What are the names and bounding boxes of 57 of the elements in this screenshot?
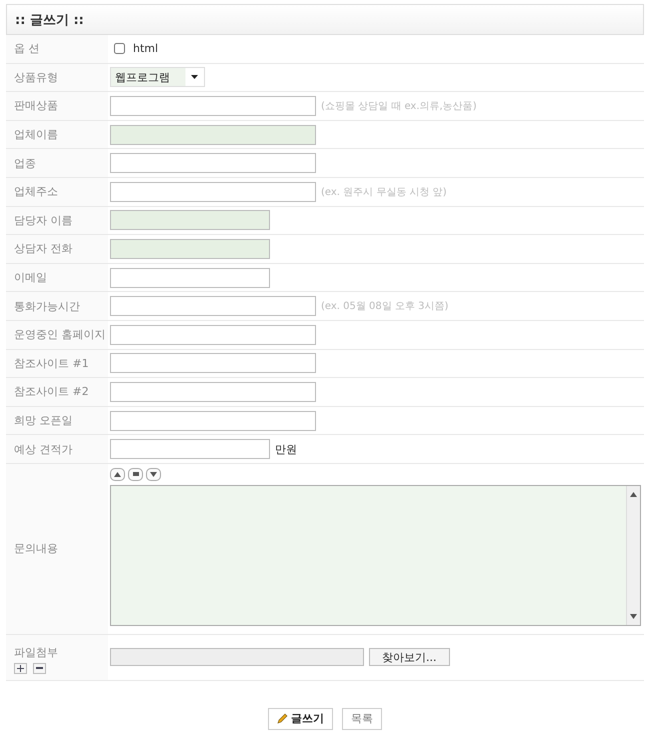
write-button[interactable]: 글쓰기: [268, 708, 333, 730]
input-field[interactable]: [110, 124, 316, 145]
field-label: 옵 션: [14, 41, 40, 56]
input-field[interactable]: [110, 153, 316, 174]
html-checkbox[interactable]: [114, 43, 125, 54]
hint-text: (ex. 05월 08일 오후 3시쯤): [321, 300, 448, 314]
bar-icon: [132, 472, 138, 476]
input-field[interactable]: [110, 96, 316, 116]
input-field[interactable]: [110, 238, 270, 259]
down-arrow-button[interactable]: [146, 468, 161, 481]
field-label: 업체이름: [14, 127, 59, 142]
hint-text: (쇼핑몰 상담일 때 ex.의류,농산품): [321, 100, 477, 113]
file-path-field[interactable]: [110, 648, 364, 666]
remove-file-button[interactable]: [33, 662, 46, 674]
field-label: 상품유형: [14, 70, 59, 85]
field-label: 참조사이트 #1: [14, 356, 90, 371]
scrollbar[interactable]: [626, 486, 640, 625]
field-label: 이메일: [14, 270, 48, 286]
input-field[interactable]: [110, 382, 316, 402]
pencil-icon: [277, 713, 288, 724]
up-triangle-icon: [114, 472, 121, 477]
up-arrow-button[interactable]: [110, 468, 125, 481]
field-label: 업종: [14, 156, 37, 171]
unit-text: 만원: [275, 442, 297, 457]
field-label: 파일첨부: [14, 644, 59, 660]
field-label: 통화가능시간: [14, 298, 81, 314]
input-field[interactable]: [110, 324, 316, 345]
down-triangle-icon: [150, 472, 157, 477]
down-triangle-icon: [630, 614, 637, 619]
input-field[interactable]: [110, 268, 270, 288]
field-label: 참조사이트 #2: [14, 384, 90, 400]
hint-text: (ex. 원주시 무실동 시청 앞): [321, 186, 447, 199]
field-label: 상담자 전화: [14, 241, 74, 256]
field-label: 판매상품: [14, 98, 59, 114]
add-file-button[interactable]: [14, 662, 27, 674]
list-button[interactable]: 목록: [342, 708, 382, 730]
checkbox-label: html: [133, 42, 158, 56]
field-label: 희망 오픈일: [14, 413, 74, 428]
page-title: :: 글쓰기 ::: [15, 12, 84, 28]
up-triangle-icon: [630, 492, 637, 497]
input-field[interactable]: [110, 210, 270, 230]
input-field[interactable]: [110, 410, 316, 431]
input-field[interactable]: [110, 182, 316, 202]
product-type-select[interactable]: 웹프로그램: [110, 67, 205, 88]
input-field[interactable]: [110, 353, 316, 374]
plus-icon: [17, 664, 24, 672]
field-label: 예상 견적가: [14, 442, 74, 457]
field-label: 문의내용: [14, 541, 59, 556]
caret-icon: [191, 75, 198, 80]
input-field[interactable]: [110, 296, 316, 316]
equal-button[interactable]: [128, 468, 143, 481]
browse-button[interactable]: 찾아보기...: [369, 648, 450, 666]
minus-icon: [36, 667, 43, 670]
input-field[interactable]: [110, 439, 270, 460]
field-label: 운영중인 홈페이지: [14, 327, 106, 342]
field-label: 담당자 이름: [14, 212, 74, 228]
field-label: 업체주소: [14, 184, 59, 200]
